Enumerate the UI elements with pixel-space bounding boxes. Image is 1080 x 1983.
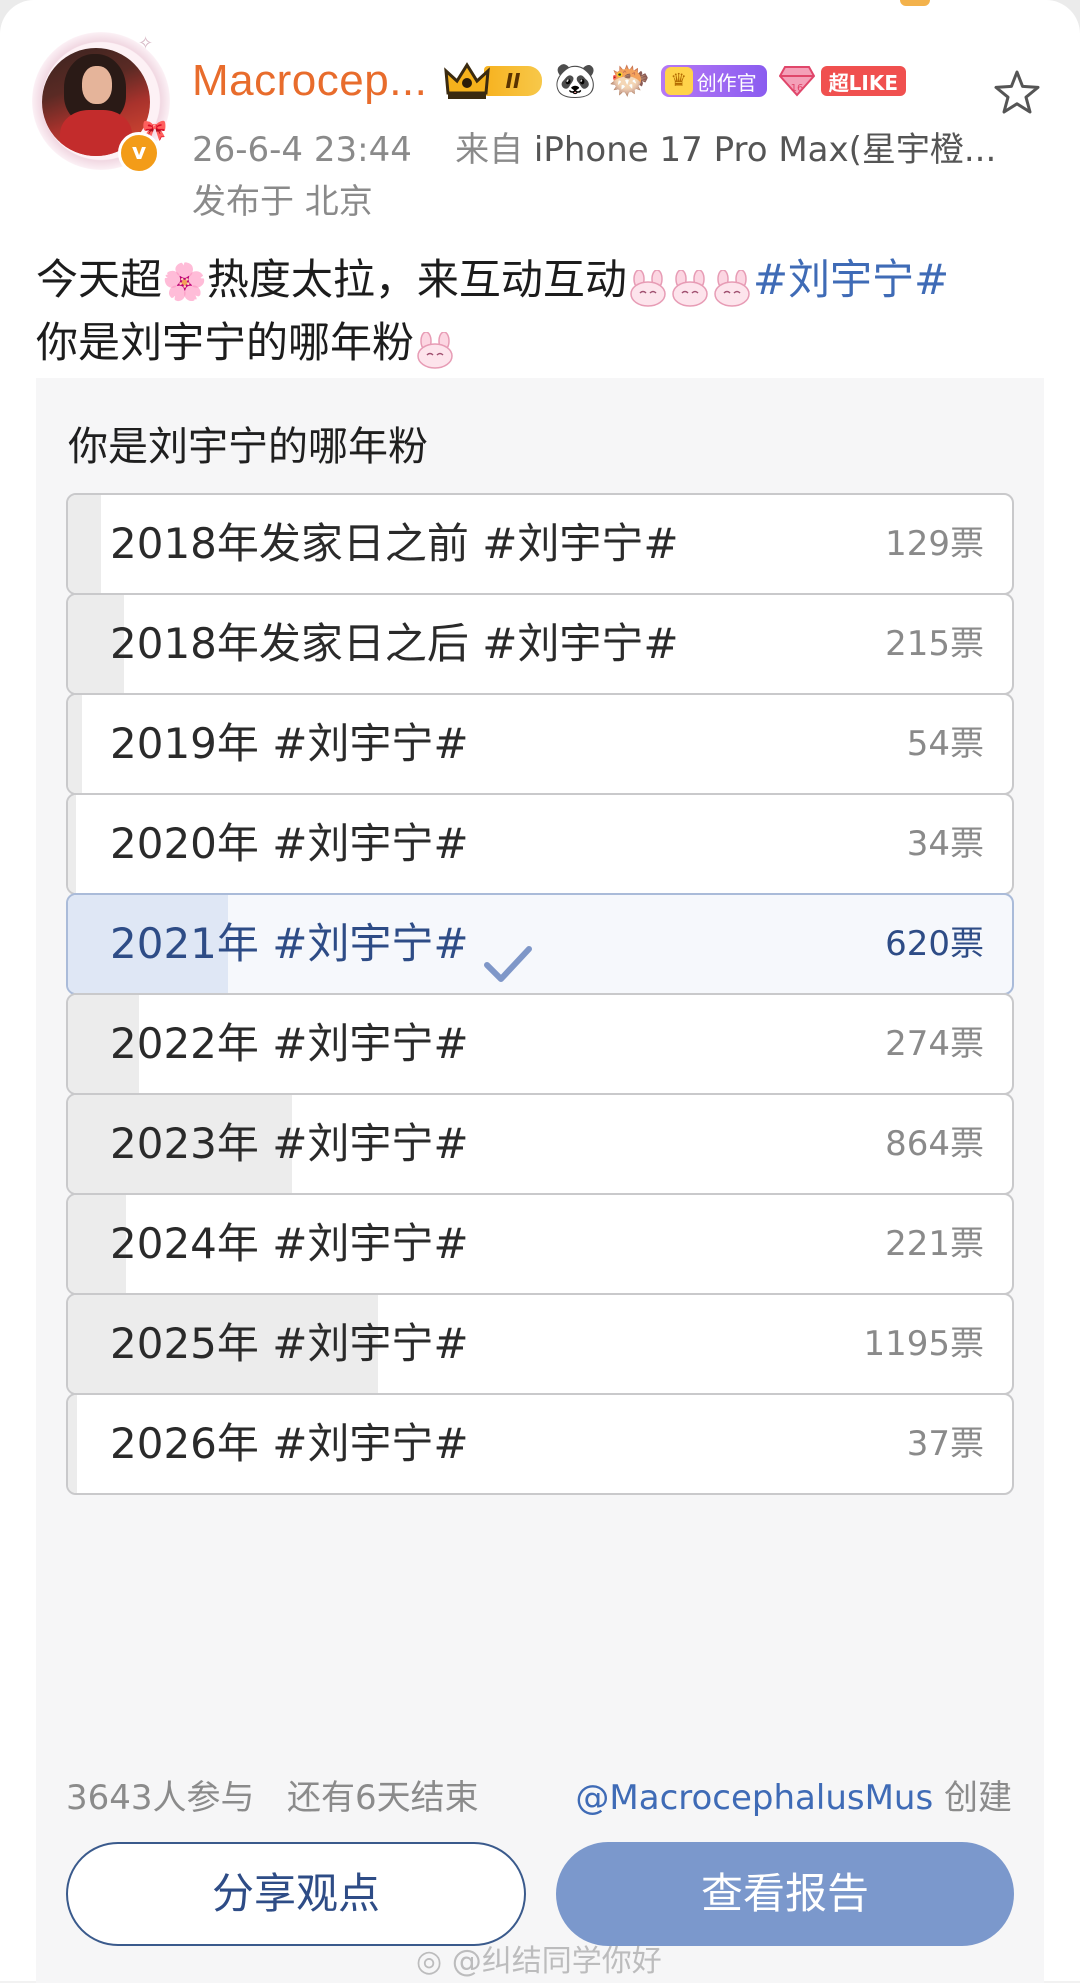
bunny-emoji-icon xyxy=(627,264,669,307)
post-meta: 26-6-4 23:44 来自 iPhone 17 Pro Max(星宇橙... xyxy=(192,122,996,171)
flower-icon: 🌸 xyxy=(162,261,207,303)
poll-stats: 3643人参与 还有6天结束 xyxy=(66,1770,479,1819)
source-prefix: 来自 xyxy=(455,130,524,170)
trophy-icon: ♛ xyxy=(664,67,693,95)
poll-option-fill xyxy=(68,795,77,893)
poll-option[interactable]: 2022年 #刘宇宁# 274票 xyxy=(66,993,1014,1095)
time-remaining: 还有6天结束 xyxy=(286,1778,479,1818)
poll-option-votes: 1195票 xyxy=(863,1324,984,1364)
poll-title: 你是刘宇宁的哪年粉 xyxy=(68,424,428,470)
poll-option-label: 2021年 #刘宇宁# xyxy=(110,895,535,993)
poll-option-label: 2026年 #刘宇宁# xyxy=(110,1419,469,1468)
verified-v-icon: v xyxy=(118,132,160,174)
poll-option-label: 2022年 #刘宇宁# xyxy=(110,1019,469,1068)
poll-option[interactable]: 2020年 #刘宇宁# 34票 xyxy=(66,793,1014,895)
poll-option[interactable]: 2018年发家日之前 #刘宇宁# 129票 xyxy=(66,493,1014,595)
top-accent xyxy=(900,0,930,6)
poll-option[interactable]: 2019年 #刘宇宁# 54票 xyxy=(66,693,1014,795)
poll-option-votes: 221票 xyxy=(885,1224,984,1264)
poll-option-fill xyxy=(68,495,102,593)
poll-option-fill xyxy=(68,695,83,793)
poll-option-votes: 37票 xyxy=(906,1424,984,1464)
poll-option-votes: 620票 xyxy=(885,924,984,964)
poll-option-label: 2024年 #刘宇宁# xyxy=(110,1219,469,1268)
post-card: ✧ 🎀 v Macrocep... II 🐼 🐡 ♛ 创作官 16 超LIKE xyxy=(0,0,1080,1983)
poll-option[interactable]: 2021年 #刘宇宁# 620票 xyxy=(66,893,1014,995)
timestamp: 26-6-4 23:44 xyxy=(192,130,412,170)
watermark: ◎ @纠结同学你好 xyxy=(416,1944,662,1979)
participants-count: 3643人参与 xyxy=(66,1778,255,1818)
panda-icon[interactable]: 🐼 xyxy=(554,61,596,101)
poll-card: 你是刘宇宁的哪年粉 2018年发家日之前 #刘宇宁# 129票 2018年发家日之后… xyxy=(36,378,1044,1983)
user-badges: II 🐼 🐡 ♛ 创作官 16 超LIKE xyxy=(444,60,907,102)
poll-option-votes: 129票 xyxy=(885,524,984,564)
crown-icon[interactable] xyxy=(444,61,490,101)
poll-option[interactable]: 2026年 #刘宇宁# 37票 xyxy=(66,1393,1014,1495)
poll-option-votes: 864票 xyxy=(885,1124,984,1164)
check-icon xyxy=(481,924,535,982)
bunny-emoji-icon xyxy=(711,264,753,307)
view-report-button[interactable]: 查看报告 xyxy=(556,1842,1014,1946)
level-badge[interactable]: II xyxy=(484,66,542,96)
star-outline-icon[interactable] xyxy=(990,66,1044,120)
frame-sparkle-icon: ✧ xyxy=(138,33,154,54)
poll-option-votes: 274票 xyxy=(885,1024,984,1064)
poll-option[interactable]: 2025年 #刘宇宁# 1195票 xyxy=(66,1293,1014,1395)
creator-handle-link[interactable]: @MacrocephalusMus xyxy=(575,1778,933,1818)
share-opinion-button[interactable]: 分享观点 xyxy=(66,1842,526,1946)
poll-option[interactable]: 2024年 #刘宇宁# 221票 xyxy=(66,1193,1014,1295)
superlike-badge[interactable]: 超LIKE xyxy=(820,66,907,96)
poll-option-label: 2018年发家日之后 #刘宇宁# xyxy=(110,619,679,668)
poll-option-label: 2019年 #刘宇宁# xyxy=(110,719,469,768)
bunny-emoji-icon xyxy=(414,326,456,369)
username[interactable]: Macrocep... xyxy=(192,56,427,106)
poll-option-label: 2018年发家日之前 #刘宇宁# xyxy=(110,519,679,568)
diamond-level: 16 xyxy=(790,83,803,94)
poll-creator: @MacrocephalusMus 创建 xyxy=(575,1778,1012,1818)
poll-option[interactable]: 2018年发家日之后 #刘宇宁# 215票 xyxy=(66,593,1014,695)
poll-option-fill xyxy=(68,1395,78,1493)
poll-option-votes: 34票 xyxy=(906,824,984,864)
diamond-icon[interactable]: 16 xyxy=(778,65,815,97)
poll-option-votes: 54票 xyxy=(906,724,984,764)
poll-option-label: 2020年 #刘宇宁# xyxy=(110,819,469,868)
poll-option-votes: 215票 xyxy=(885,624,984,664)
hashtag-link[interactable]: #刘宇宁# xyxy=(753,255,949,304)
poll-option-label: 2025年 #刘宇宁# xyxy=(110,1319,469,1368)
creator-badge[interactable]: ♛ 创作官 xyxy=(660,65,767,97)
weibo-logo-icon: ◎ xyxy=(416,1944,443,1979)
poll-option[interactable]: 2023年 #刘宇宁# 864票 xyxy=(66,1093,1014,1195)
fish-icon[interactable]: 🐡 xyxy=(608,61,650,101)
bunny-emoji-icon xyxy=(669,264,711,307)
source-device[interactable]: iPhone 17 Pro Max(星宇橙... xyxy=(534,130,996,170)
post-location: 发布于 北京 xyxy=(192,182,373,222)
poll-option-label: 2023年 #刘宇宁# xyxy=(110,1119,469,1168)
post-body: 今天超🌸热度太拉，来互动互动 #刘宇宁# 你是刘宇宁的哪年粉 xyxy=(36,250,1046,373)
